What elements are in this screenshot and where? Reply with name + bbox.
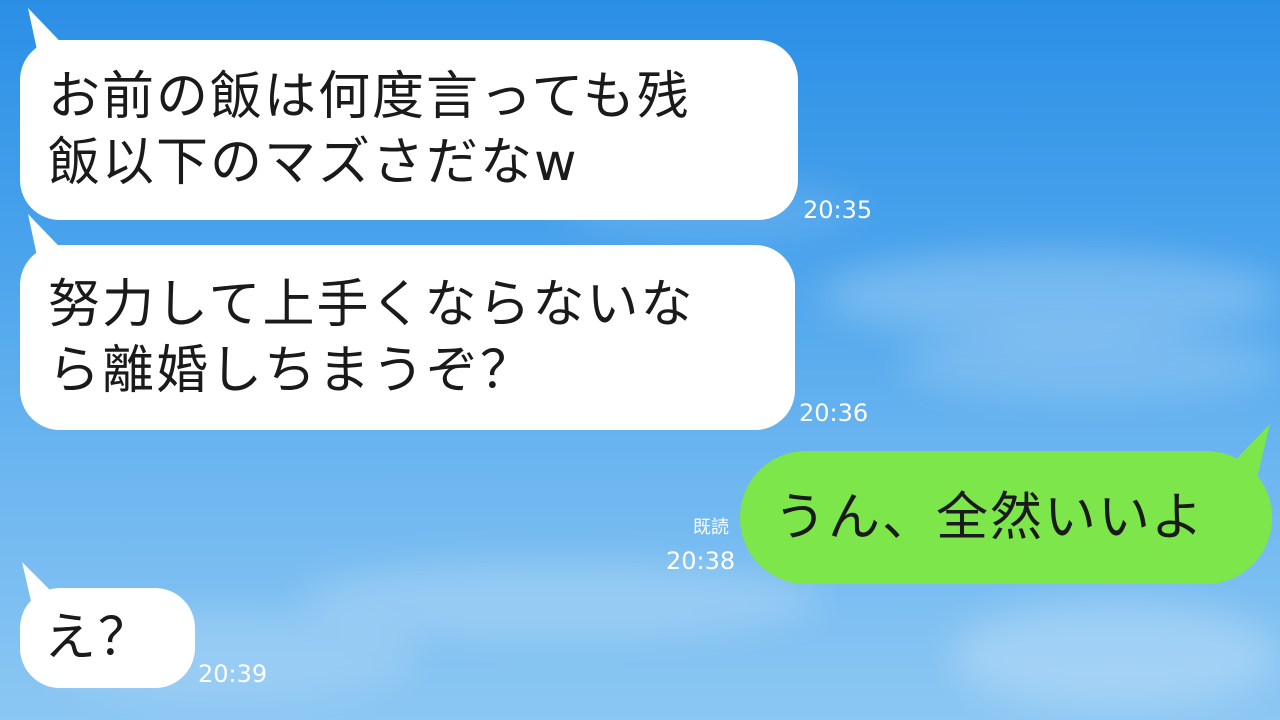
message-timestamp: 20:36	[799, 399, 869, 427]
cloud	[820, 250, 1280, 340]
incoming-message-bubble[interactable]: 努力して上手くならないな ら離婚しちまうぞ？	[20, 245, 795, 430]
cloud	[900, 330, 1280, 400]
message-text: え？	[44, 608, 153, 668]
chat-screen: お前の飯は何度言っても残 飯以下のマズさだなw 20:35 努力して上手くならな…	[0, 0, 1280, 720]
message-timestamp: 20:39	[198, 660, 268, 688]
message-timestamp: 20:38	[666, 547, 736, 575]
read-receipt: 既読	[693, 517, 729, 538]
message-text: 努力して上手くならないな ら離婚しちまうぞ？	[48, 274, 695, 401]
outgoing-message-bubble[interactable]: うん、全然いいよ	[740, 451, 1272, 584]
incoming-message-bubble[interactable]: え？	[20, 588, 195, 688]
message-text: お前の飯は何度言っても残 飯以下のマズさだなw	[48, 67, 691, 193]
message-timestamp: 20:35	[803, 196, 873, 224]
incoming-message-bubble[interactable]: お前の飯は何度言っても残 飯以下のマズさだなw	[20, 40, 798, 220]
cloud	[950, 600, 1280, 710]
message-text: うん、全然いいよ	[774, 487, 1205, 548]
